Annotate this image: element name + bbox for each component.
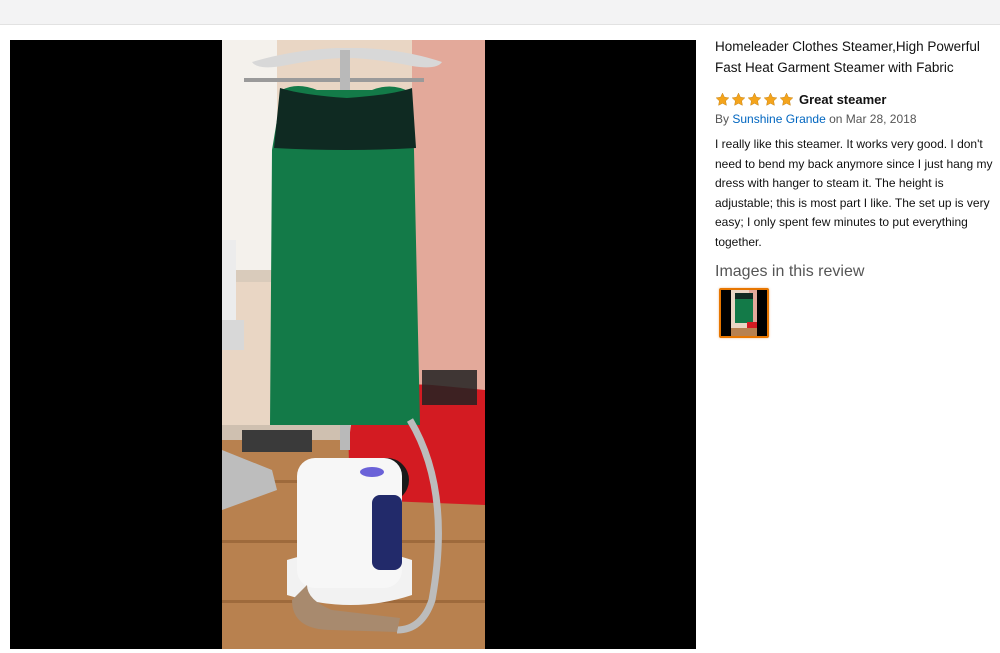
star-icon [731, 92, 746, 106]
byline-prefix: By [715, 112, 730, 126]
star-icon [779, 92, 794, 106]
review-panel: Homeleader Clothes Steamer,High Powerful… [715, 36, 1000, 338]
product-title[interactable]: Homeleader Clothes Steamer,High Powerful… [715, 36, 1000, 78]
review-body: I really like this steamer. It works ver… [715, 137, 993, 249]
review-photo [222, 40, 485, 649]
star-icon [715, 92, 730, 106]
browser-top-bar [0, 0, 1000, 25]
review-title[interactable]: Great steamer [799, 92, 886, 107]
images-heading: Images in this review [715, 263, 865, 280]
image-viewer[interactable] [10, 40, 696, 649]
review-header: Great steamer [715, 90, 1000, 108]
star-icon [747, 92, 762, 106]
star-icon [763, 92, 778, 106]
review-date: on Mar 28, 2018 [829, 112, 917, 126]
review-byline: By Sunshine Grande on Mar 28, 2018 [715, 112, 1000, 126]
review-image-thumbnail[interactable] [719, 288, 769, 338]
author-link[interactable]: Sunshine Grande [732, 112, 825, 126]
star-rating [715, 92, 794, 107]
